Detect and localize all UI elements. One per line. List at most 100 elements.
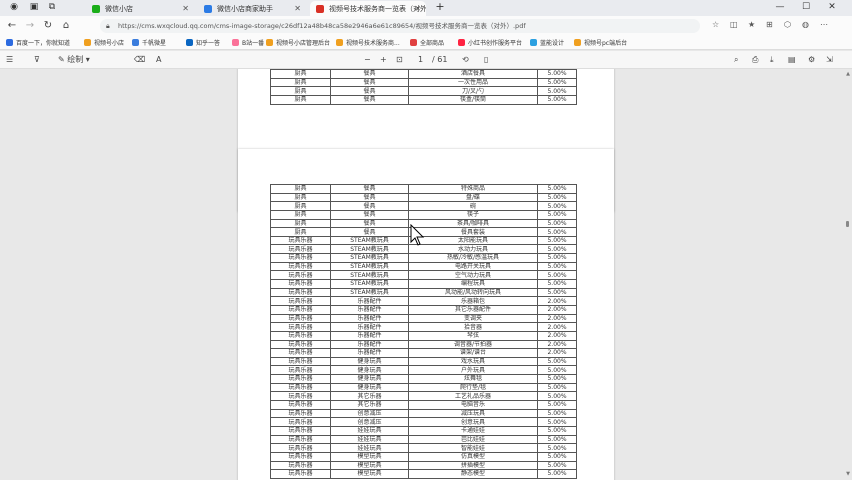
scroll-down-arrow[interactable]: ▼	[846, 471, 850, 477]
table-cell: 玩具乐器	[270, 244, 331, 255]
draw-button[interactable]: ✎ 绘制 ▾	[58, 54, 90, 66]
read-aloud-icon[interactable]: A	[156, 54, 161, 66]
minimize-icon[interactable]: —	[768, 0, 792, 14]
table-cell: 餐具	[330, 69, 409, 79]
favorite-item[interactable]: 视频号小店	[84, 38, 124, 47]
more-menu-icon[interactable]: ⋯	[820, 20, 828, 29]
favorite-item[interactable]: 视频号技术服务商...	[336, 38, 400, 47]
table-cell: 玩具乐器	[270, 400, 331, 410]
table-cell: 5.00%	[537, 270, 577, 281]
table-cell: 风动能/风动转向玩具	[408, 287, 538, 298]
print-icon[interactable]: ⎙	[752, 54, 758, 66]
favorite-item[interactable]: 视频号pc端后台	[574, 38, 627, 47]
table-cell: 5.00%	[537, 227, 577, 237]
fit-page-icon[interactable]: ⊡	[396, 54, 403, 66]
tab-weixin-shop[interactable]: 微信小店 ✕	[86, 1, 194, 16]
favorite-item[interactable]: 知乎一答	[186, 38, 220, 47]
table-cell: 卡通娃娃	[408, 425, 538, 436]
table-cell: 一次性用品	[408, 77, 538, 88]
table-cell: 玩具乐器	[270, 322, 331, 332]
table-cell: 玩具乐器	[270, 374, 331, 384]
table-row: 玩具乐器 乐器配件 其它乐器配件 2.00%	[270, 304, 577, 315]
url-input[interactable]: 🔒︎ https://cms.wxqcloud.qq.com/cms-image…	[100, 19, 700, 33]
favorite-item[interactable]: 千帆微星	[132, 38, 166, 47]
table-cell: 2.00%	[537, 322, 577, 332]
table-cell: 模型玩具	[330, 469, 409, 479]
tab-actions-icon[interactable]: ⧉	[40, 0, 64, 14]
table-cell: 工艺礼品乐器	[408, 391, 538, 401]
contents-icon[interactable]: ☰	[6, 54, 13, 66]
tab-shop-assistant[interactable]: 微信小店商家助手 ✕	[198, 1, 306, 16]
eraser-icon[interactable]: ⌫	[134, 54, 145, 66]
collections-icon[interactable]: ⊞	[766, 20, 773, 29]
pdf-viewer[interactable]: 厨具 餐具 酒店餐具 5.00% 厨具 餐具 一次性用品 5.00% 厨具 餐具 刀/叉/勺 5.00…	[0, 69, 852, 480]
search-icon[interactable]: ⌕	[734, 54, 738, 66]
table-cell: 2.00%	[537, 339, 577, 350]
table-row: 玩具乐器 乐器配件 拾音器 2.00%	[270, 322, 577, 332]
settings-icon[interactable]: ⚙	[808, 54, 815, 66]
table-row: 玩具乐器 乐器配件 乐器箱包 2.00%	[270, 296, 577, 306]
favorite-item[interactable]: 蓝能设计	[530, 38, 564, 47]
design-icon	[530, 39, 537, 46]
table-cell: 乐器配件	[330, 339, 409, 350]
scroll-up-arrow[interactable]: ▲	[846, 71, 850, 77]
favorite-item[interactable]: 小红书创作服务平台	[458, 38, 522, 47]
table-cell: STEAM教玩具	[330, 253, 409, 263]
extensions-icon[interactable]: ⬡	[784, 20, 791, 29]
table-row: 玩具乐器 模型玩具 拼插模型 5.00%	[270, 460, 577, 471]
home-icon[interactable]: ⌂	[58, 19, 74, 33]
close-tab-icon[interactable]: ✕	[294, 4, 301, 13]
table-cell: 5.00%	[537, 69, 577, 79]
star-icon[interactable]: ☆	[712, 20, 719, 29]
zoom-out-button[interactable]: −	[364, 54, 371, 66]
table-cell: 5.00%	[537, 184, 577, 194]
favorite-item[interactable]: B站一番	[232, 38, 264, 47]
close-tab-icon[interactable]: ✕	[414, 4, 421, 13]
save-icon[interactable]: ⤓	[770, 54, 774, 66]
favorite-item[interactable]: 视频号小店管理后台	[266, 38, 330, 47]
table-cell: 水动力玩具	[408, 244, 538, 255]
table-cell: 5.00%	[537, 201, 577, 211]
mouse-cursor-icon	[410, 224, 425, 246]
table-cell: 玩具乐器	[270, 330, 331, 341]
table-row: 玩具乐器 娃娃玩具 智能娃娃 5.00%	[270, 443, 577, 453]
favorite-item[interactable]: 全部商品	[410, 38, 444, 47]
goods-icon	[410, 39, 417, 46]
close-tab-icon[interactable]: ✕	[182, 4, 189, 13]
favorite-item[interactable]: 百度一下，你就知道	[6, 38, 70, 47]
forward-icon[interactable]: →	[22, 19, 38, 33]
save-as-icon[interactable]: ▤	[788, 54, 796, 66]
table-cell: 模型玩具	[330, 460, 409, 471]
maximize-icon[interactable]: ☐	[794, 0, 818, 14]
new-tab-icon[interactable]: +	[428, 0, 452, 14]
url-text: https://cms.wxqcloud.qq.com/cms-image-st…	[118, 22, 526, 30]
rotate-icon[interactable]: ⟲	[462, 54, 469, 66]
table-cell: 玩具乐器	[270, 287, 331, 298]
filter-icon[interactable]: ⊽	[34, 54, 40, 66]
back-icon[interactable]: ←	[4, 19, 20, 33]
favorites-icon[interactable]: ★	[748, 20, 755, 29]
scrollbar-thumb[interactable]	[846, 221, 849, 227]
pin-toolbar-icon[interactable]: ⇲	[826, 54, 833, 66]
table-row: 玩具乐器 乐器配件 琴弦 2.00%	[270, 330, 577, 341]
table-row: 玩具乐器 其它乐器 电脑音乐 5.00%	[270, 400, 577, 410]
page-number-input[interactable]: 1	[418, 54, 423, 66]
page-view-icon[interactable]: ▯	[484, 54, 488, 66]
split-screen-icon[interactable]: ◫	[730, 20, 738, 29]
table-cell: 健身玩具	[330, 356, 409, 367]
refresh-icon[interactable]: ↻	[40, 19, 56, 33]
table-cell: 碗	[408, 201, 538, 211]
table-cell: 模型玩具	[330, 451, 409, 462]
table-cell: 厨具	[270, 94, 331, 105]
zoom-in-button[interactable]: +	[380, 54, 387, 66]
close-window-icon[interactable]: ✕	[820, 0, 844, 14]
profile-avatar-icon[interactable]: ◍	[802, 20, 809, 29]
table-cell: 玩具乐器	[270, 425, 331, 436]
table-cell: 玩具乐器	[270, 382, 331, 393]
shop-icon	[266, 39, 273, 46]
table-cell: 拾音器	[408, 322, 538, 332]
table-cell: 5.00%	[537, 425, 577, 436]
table-cell: 厨具	[270, 77, 331, 88]
table-cell: 玩具乐器	[270, 417, 331, 427]
tab-pdf[interactable]: 视频号技术服务商一览表（对外） ✕	[310, 1, 426, 16]
